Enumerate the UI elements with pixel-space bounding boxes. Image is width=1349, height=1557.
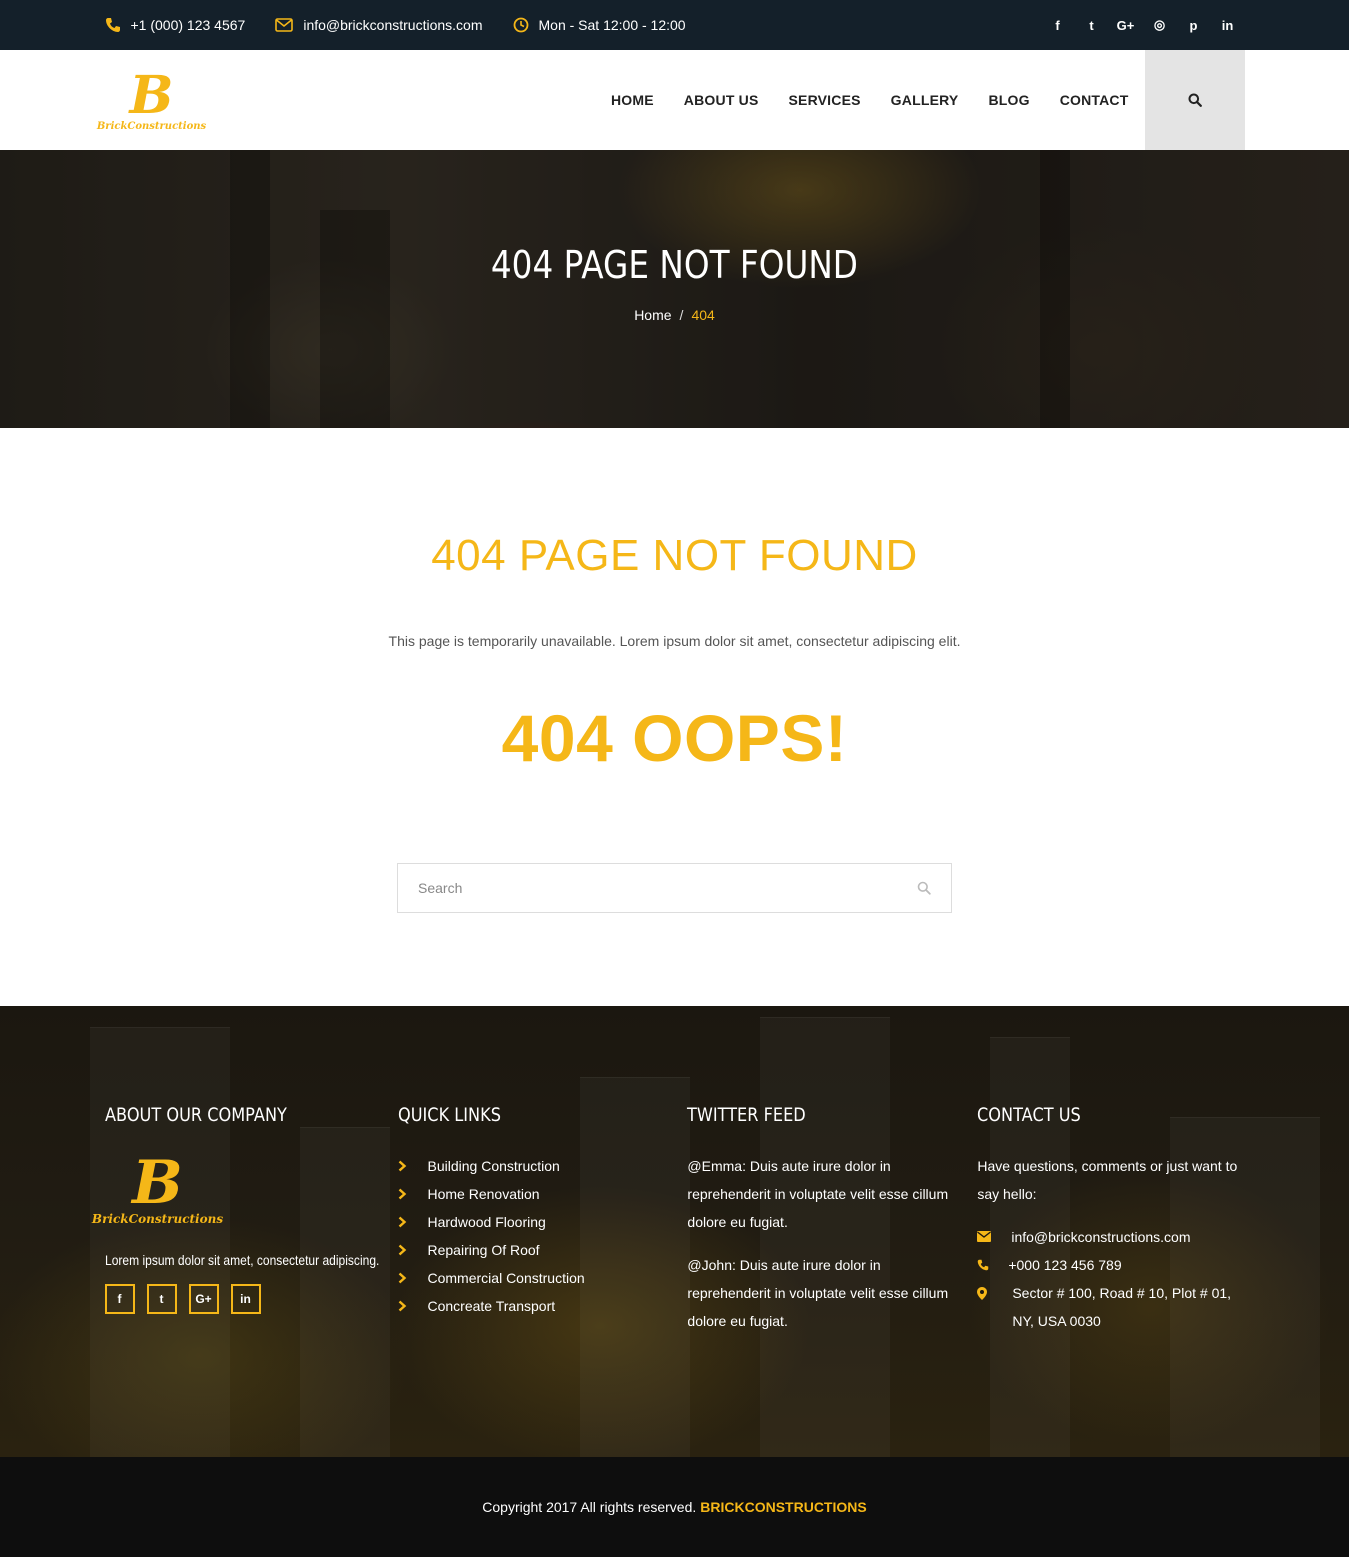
footer-about: ABOUT OUR COMPANY B BrickConstructions L… bbox=[92, 1104, 398, 1335]
contact-email-text: info@brickconstructions.com bbox=[1011, 1229, 1191, 1245]
footer-about-title: ABOUT OUR COMPANY bbox=[104, 1104, 287, 1126]
copyright-bar: Copyright 2017 All rights reserved. BRIC… bbox=[0, 1457, 1349, 1557]
twitter-icon[interactable]: t bbox=[146, 1284, 177, 1314]
copyright-text: Copyright 2017 All rights reserved. bbox=[482, 1499, 697, 1515]
breadcrumb-home[interactable]: Home bbox=[634, 307, 671, 323]
quick-link-label: Repairing Of Roof bbox=[427, 1242, 540, 1258]
nav-contact[interactable]: CONTACT bbox=[1060, 92, 1129, 108]
breadcrumb-separator: / bbox=[679, 307, 684, 323]
nav-home[interactable]: HOME bbox=[611, 92, 654, 108]
facebook-icon[interactable]: f bbox=[104, 1284, 135, 1314]
copyright-brand[interactable]: BRICKCONSTRUCTIONS bbox=[700, 1499, 866, 1515]
nav-about-us[interactable]: ABOUT US bbox=[684, 92, 759, 108]
chevron-right-icon bbox=[398, 1160, 406, 1172]
phone-number: +1 (000) 123 4567 bbox=[130, 17, 246, 33]
search-icon bbox=[1188, 93, 1202, 107]
chevron-right-icon bbox=[398, 1216, 406, 1228]
footer-twitter-title: TWITTER FEED bbox=[687, 1104, 807, 1126]
error-oops: 404 OOPS! bbox=[501, 701, 848, 775]
google-plus-icon[interactable]: G+ bbox=[188, 1284, 219, 1314]
quick-link-label: Concreate Transport bbox=[427, 1298, 556, 1314]
nav-search-button[interactable] bbox=[1144, 50, 1245, 150]
topbar-email[interactable]: info@brickconstructions.com bbox=[275, 17, 483, 33]
contact-address: Sector # 100, Road # 10, Plot # 01, NY, … bbox=[977, 1279, 1244, 1335]
footer-quick-links-title: QUICK LINKS bbox=[397, 1104, 501, 1126]
contact-intro: Have questions, comments or just want to… bbox=[977, 1158, 1238, 1202]
logo-monogram: B bbox=[129, 64, 174, 126]
top-bar: +1 (000) 123 4567 info@brickconstruction… bbox=[0, 0, 1349, 50]
linkedin-icon[interactable]: in bbox=[230, 1284, 261, 1314]
quick-link-hardwood-flooring[interactable]: Hardwood Flooring bbox=[398, 1208, 688, 1236]
quick-link-building-construction[interactable]: Building Construction bbox=[398, 1152, 688, 1180]
chevron-right-icon bbox=[398, 1272, 406, 1284]
chevron-right-icon bbox=[398, 1300, 406, 1312]
google-plus-icon[interactable]: G+ bbox=[1109, 18, 1143, 33]
footer-contact: CONTACT US Have questions, comments or j… bbox=[977, 1104, 1244, 1335]
quick-link-commercial-construction[interactable]: Commercial Construction bbox=[398, 1264, 688, 1292]
map-marker-icon bbox=[977, 1287, 988, 1300]
footer-contact-title: CONTACT US bbox=[977, 1104, 1082, 1126]
envelope-icon bbox=[275, 18, 294, 32]
facebook-icon[interactable]: f bbox=[1041, 18, 1075, 33]
quick-link-label: Home Renovation bbox=[427, 1186, 540, 1202]
clock-icon bbox=[513, 17, 528, 33]
footer-quick-links: QUICK LINKS Building Construction Home R… bbox=[398, 1104, 688, 1335]
error-heading: 404 PAGE NOT FOUND bbox=[431, 531, 918, 580]
footer-logo-monogram: B bbox=[132, 1148, 183, 1218]
business-hours: Mon - Sat 12:00 - 12:00 bbox=[538, 17, 686, 33]
breadcrumb: Home / 404 bbox=[0, 307, 1349, 323]
phone-icon bbox=[105, 18, 120, 32]
main-nav: HOME ABOUT US SERVICES GALLERY BLOG CONT… bbox=[596, 50, 1245, 150]
topbar-social-links: f t G+ ◎ p in bbox=[1041, 17, 1245, 33]
page-banner: 404 PAGE NOT FOUND Home / 404 bbox=[0, 150, 1349, 428]
site-header: B BrickConstructions HOME ABOUT US SERVI… bbox=[0, 50, 1349, 150]
instagram-icon[interactable]: ◎ bbox=[1143, 17, 1177, 33]
quick-link-label: Hardwood Flooring bbox=[427, 1214, 546, 1230]
contact-address-text: Sector # 100, Road # 10, Plot # 01, NY, … bbox=[1012, 1285, 1232, 1329]
chevron-right-icon bbox=[398, 1188, 406, 1200]
footer-about-text: Lorem ipsum dolor sit amet, consectetur … bbox=[104, 1252, 379, 1268]
tweet-item: @John: Duis aute irure dolor in reprehen… bbox=[687, 1257, 949, 1329]
tweet-item: @Emma: Duis aute irure dolor in reprehen… bbox=[687, 1158, 949, 1230]
error-description: This page is temporarily unavailable. Lo… bbox=[388, 633, 961, 649]
search-icon[interactable] bbox=[917, 881, 931, 895]
topbar-phone[interactable]: +1 (000) 123 4567 bbox=[105, 17, 246, 33]
site-footer: ABOUT OUR COMPANY B BrickConstructions L… bbox=[0, 1006, 1349, 1457]
footer-twitter-feed: TWITTER FEED @Emma: Duis aute irure dolo… bbox=[687, 1104, 977, 1335]
search-input[interactable] bbox=[418, 880, 878, 896]
error-content: 404 PAGE NOT FOUND This page is temporar… bbox=[0, 428, 1349, 1006]
envelope-icon bbox=[977, 1231, 992, 1242]
quick-link-concreate-transport[interactable]: Concreate Transport bbox=[398, 1292, 688, 1320]
contact-phone[interactable]: +000 123 456 789 bbox=[977, 1251, 1244, 1279]
footer-logo-wordmark: BrickConstructions bbox=[91, 1212, 224, 1226]
phone-icon bbox=[978, 1259, 989, 1271]
quick-link-home-renovation[interactable]: Home Renovation bbox=[398, 1180, 688, 1208]
breadcrumb-current: 404 bbox=[691, 307, 715, 323]
email-address: info@brickconstructions.com bbox=[303, 17, 483, 33]
contact-email[interactable]: info@brickconstructions.com bbox=[977, 1223, 1244, 1251]
search-form bbox=[397, 863, 952, 913]
quick-link-repairing-of-roof[interactable]: Repairing Of Roof bbox=[398, 1236, 688, 1264]
footer-logo[interactable]: B BrickConstructions bbox=[92, 1148, 223, 1226]
nav-services[interactable]: SERVICES bbox=[789, 92, 861, 108]
twitter-icon[interactable]: t bbox=[1075, 18, 1109, 33]
linkedin-icon[interactable]: in bbox=[1211, 18, 1245, 33]
nav-gallery[interactable]: GALLERY bbox=[891, 92, 959, 108]
quick-link-label: Building Construction bbox=[427, 1158, 560, 1174]
contact-phone-text: +000 123 456 789 bbox=[1008, 1257, 1122, 1273]
topbar-hours: Mon - Sat 12:00 - 12:00 bbox=[513, 17, 686, 33]
footer-social-links: f t G+ in bbox=[104, 1284, 398, 1314]
banner-title: 404 PAGE NOT FOUND bbox=[490, 243, 859, 287]
logo-wordmark: BrickConstructions bbox=[96, 120, 207, 132]
chevron-right-icon bbox=[398, 1244, 406, 1256]
pinterest-icon[interactable]: p bbox=[1177, 18, 1211, 33]
quick-link-label: Commercial Construction bbox=[427, 1270, 585, 1286]
nav-blog[interactable]: BLOG bbox=[988, 92, 1029, 108]
site-logo[interactable]: B BrickConstructions bbox=[97, 64, 206, 132]
